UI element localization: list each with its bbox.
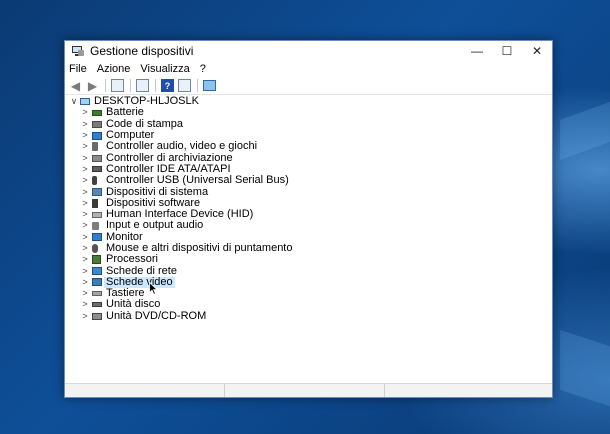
chevron-right-icon[interactable]: > xyxy=(81,299,89,310)
keyboard-icon xyxy=(92,291,102,297)
menu-visualizza[interactable]: Visualizza xyxy=(140,63,189,75)
tree-item-label: Unità DVD/CD-ROM xyxy=(106,309,207,322)
toolbar: ◀ ▶ ? xyxy=(65,77,552,95)
tree-item-label: Controller di archiviazione xyxy=(106,151,233,164)
tree-item-input-output-audio[interactable]: > Input e output audio xyxy=(65,220,552,231)
chevron-right-icon[interactable]: > xyxy=(81,254,89,265)
tree-item-label: Processori xyxy=(106,253,158,266)
tree-item-label: Controller USB (Universal Serial Bus) xyxy=(106,174,289,187)
computer-icon xyxy=(80,98,90,106)
storage-controller-icon xyxy=(92,154,102,162)
chevron-right-icon[interactable]: > xyxy=(81,220,89,231)
chevron-right-icon[interactable]: > xyxy=(81,141,89,152)
maximize-button[interactable]: ☐ xyxy=(492,41,522,61)
monitor-icon xyxy=(92,233,102,242)
chevron-right-icon[interactable]: > xyxy=(81,277,89,288)
menu-file[interactable]: File xyxy=(69,63,87,75)
device-tree: ∨ DESKTOP-HLJOSLK > Batterie > Code di s… xyxy=(65,96,552,384)
update-driver-icon[interactable] xyxy=(178,79,191,92)
tree-item-controller-usb[interactable]: > Controller USB (Universal Serial Bus) xyxy=(65,175,552,186)
minimize-button[interactable]: — xyxy=(462,41,492,61)
status-bar-segment xyxy=(225,384,385,397)
chevron-right-icon[interactable]: > xyxy=(81,153,89,164)
mouse-pointer-icon xyxy=(149,282,158,295)
close-button[interactable]: ✕ xyxy=(522,41,552,61)
printer-icon xyxy=(92,120,102,128)
toolbar-separator xyxy=(105,79,106,92)
chevron-right-icon[interactable]: > xyxy=(81,175,89,186)
monitor-icon xyxy=(92,131,102,140)
device-manager-icon xyxy=(72,45,84,57)
network-adapter-icon xyxy=(92,267,102,276)
chevron-right-icon[interactable]: > xyxy=(81,243,89,254)
chevron-right-icon[interactable]: > xyxy=(81,288,89,299)
chevron-right-icon[interactable]: > xyxy=(81,198,89,209)
help-icon[interactable]: ? xyxy=(161,79,174,92)
tree-item-label: Schede di rete xyxy=(106,264,177,277)
usb-icon xyxy=(92,176,97,186)
system-device-icon xyxy=(92,188,102,197)
audio-io-icon xyxy=(92,221,99,230)
properties-icon[interactable] xyxy=(136,79,149,92)
disk-drive-icon xyxy=(92,302,102,308)
tree-item-dispositivi-sistema[interactable]: > Dispositivi di sistema xyxy=(65,186,552,197)
chevron-right-icon[interactable]: > xyxy=(81,107,89,118)
wallpaper-light-ray xyxy=(560,90,610,160)
chevron-right-icon[interactable]: > xyxy=(81,164,89,175)
tree-item-unita-disco[interactable]: > Unità disco xyxy=(65,299,552,310)
chevron-right-icon[interactable]: > xyxy=(81,209,89,220)
tree-item-label: Input e output audio xyxy=(106,219,204,232)
ide-controller-icon xyxy=(92,166,102,173)
menu-bar: File Azione Visualizza ? xyxy=(65,61,552,77)
status-bar-segment xyxy=(65,384,225,397)
dvd-drive-icon xyxy=(92,312,102,320)
chevron-right-icon[interactable]: > xyxy=(81,232,89,243)
display-adapter-icon xyxy=(92,278,102,287)
tree-item-label: Controller audio, video e giochi xyxy=(106,140,258,153)
scan-hardware-changes-icon[interactable] xyxy=(203,79,216,92)
tree-item-label: Unità disco xyxy=(106,298,161,311)
chevron-right-icon[interactable]: > xyxy=(81,187,89,198)
chevron-down-icon[interactable]: ∨ xyxy=(70,96,78,107)
toolbar-separator xyxy=(155,79,156,92)
toolbar-separator xyxy=(197,79,198,92)
tree-item-label: Dispositivi di sistema xyxy=(106,185,209,198)
wallpaper-light-ray xyxy=(560,330,610,416)
processor-icon xyxy=(92,255,101,265)
mouse-icon xyxy=(92,244,98,253)
chevron-right-icon[interactable]: > xyxy=(81,266,89,277)
status-bar xyxy=(65,383,552,397)
tree-item-processori[interactable]: > Processori xyxy=(65,254,552,265)
tree-item-unita-dvd[interactable]: > Unità DVD/CD-ROM xyxy=(65,309,552,322)
show-hide-console-tree-icon[interactable] xyxy=(111,79,124,92)
software-device-icon xyxy=(92,198,98,208)
tree-item-batterie[interactable]: > Batterie xyxy=(65,107,552,118)
battery-icon xyxy=(92,109,102,116)
tree-item-label: Batterie xyxy=(106,106,144,119)
chevron-right-icon[interactable]: > xyxy=(81,130,89,141)
toolbar-separator xyxy=(130,79,131,92)
title-bar[interactable]: Gestione dispositivi — ☐ ✕ xyxy=(65,41,552,61)
chevron-right-icon[interactable]: > xyxy=(81,119,89,130)
window-title: Gestione dispositivi xyxy=(90,44,194,58)
forward-arrow-icon[interactable]: ▶ xyxy=(86,79,99,93)
hid-icon xyxy=(92,211,102,218)
menu-help[interactable]: ? xyxy=(200,63,206,75)
back-arrow-icon[interactable]: ◀ xyxy=(69,79,82,93)
tree-item-controller-audio[interactable]: > Controller audio, video e giochi xyxy=(65,141,552,152)
chevron-right-icon[interactable]: > xyxy=(81,311,89,322)
menu-azione[interactable]: Azione xyxy=(97,63,131,75)
device-manager-window: Gestione dispositivi — ☐ ✕ File Azione V… xyxy=(64,40,553,398)
speaker-icon xyxy=(92,142,98,152)
